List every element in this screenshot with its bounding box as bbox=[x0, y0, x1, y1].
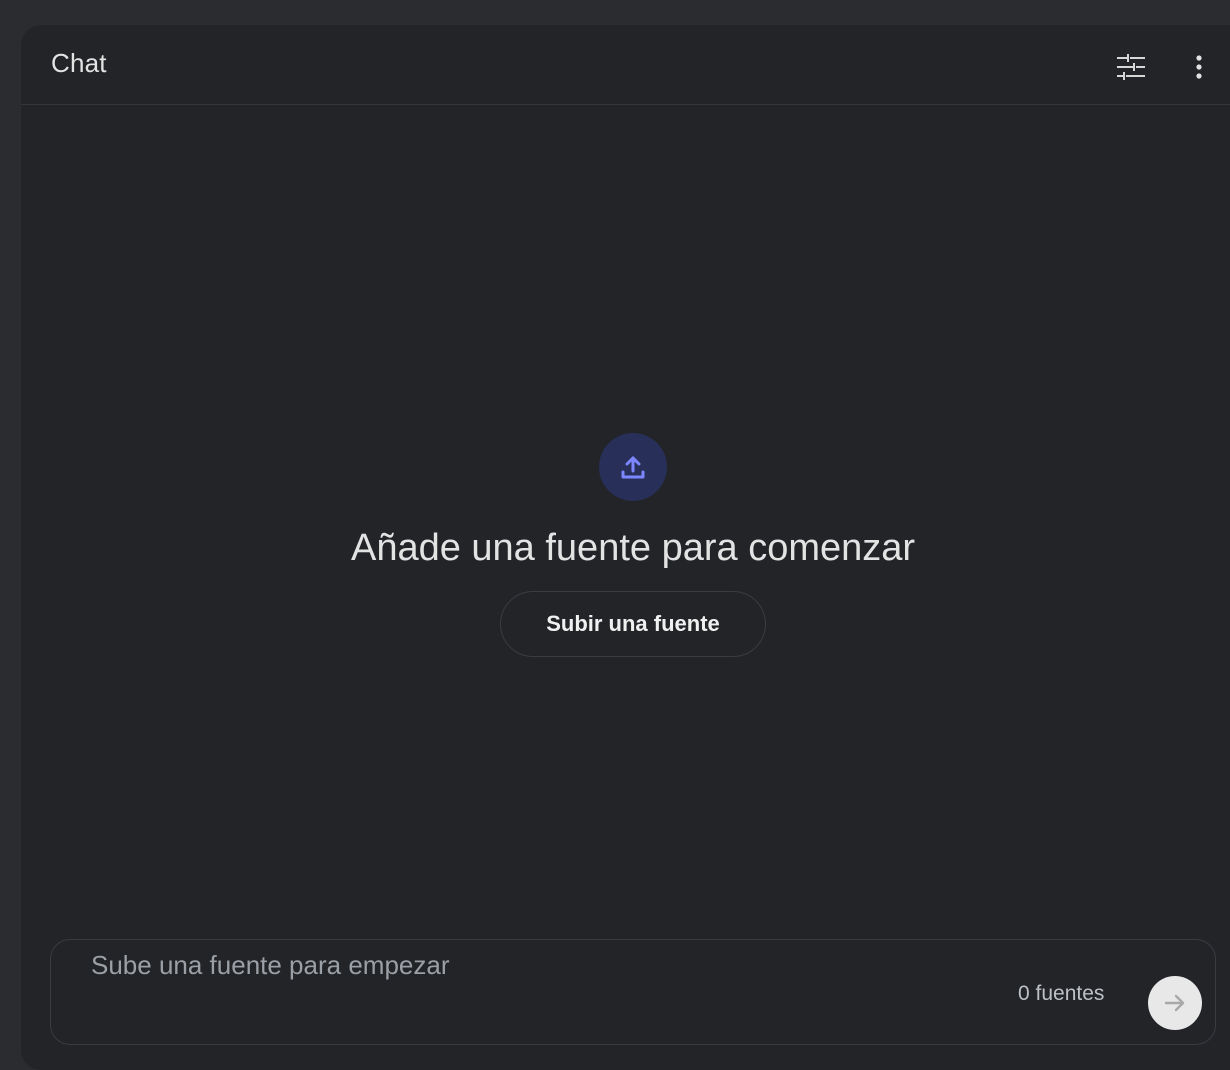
page: Chat Añade una fuente para comenzar Subi… bbox=[0, 0, 1230, 1070]
tune-icon bbox=[1117, 54, 1145, 80]
arrow-forward-icon bbox=[1164, 994, 1185, 1012]
empty-state-heading: Añade una fuente para comenzar bbox=[350, 527, 916, 569]
empty-state: Añade una fuente para comenzar Subir una… bbox=[21, 433, 1230, 657]
chat-message-input[interactable] bbox=[91, 948, 991, 982]
source-count: 0 fuentes bbox=[1018, 982, 1105, 1005]
chat-composer: 0 fuentes bbox=[50, 939, 1216, 1045]
upload-source-button[interactable]: Subir una fuente bbox=[500, 591, 766, 657]
upload-icon-circle bbox=[599, 433, 667, 501]
chat-header: Chat bbox=[21, 25, 1230, 105]
page-title: Chat bbox=[51, 48, 107, 78]
chat-settings-button[interactable] bbox=[1111, 47, 1151, 87]
upload-icon bbox=[621, 456, 645, 479]
more-options-button[interactable] bbox=[1179, 47, 1219, 87]
send-button[interactable] bbox=[1148, 976, 1202, 1030]
chat-panel: Chat Añade una fuente para comenzar Subi… bbox=[21, 25, 1230, 1070]
more-vert-icon bbox=[1196, 55, 1202, 79]
